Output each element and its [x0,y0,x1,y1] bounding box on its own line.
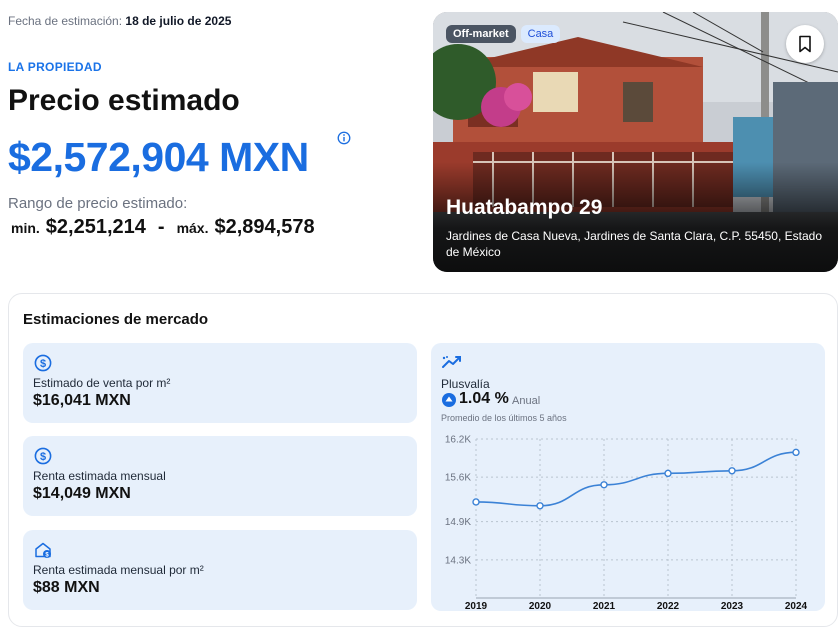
series-line [475,451,797,507]
estimation-date: Fecha de estimación: 18 de julio de 2025 [8,14,231,28]
market-estimations-card: Estimaciones de mercado $ Estimado de ve… [8,293,838,627]
y-tick-label: 14.3K [445,555,471,566]
data-point [472,498,480,506]
price-range: min. $2,251,214 - máx. $2,894,578 [11,216,315,239]
plusvalia-label: Plusvalía [441,377,490,391]
data-point [728,467,736,475]
bookmark-icon [799,35,811,53]
bookmark-button[interactable] [786,25,824,63]
x-tick-label: 2022 [657,601,680,611]
arrow-up-circle-icon [442,393,456,407]
svg-text:$: $ [40,358,46,370]
data-point [536,502,544,510]
house-dollar-icon: $ [35,542,51,559]
stat-monthly-rent-label: Renta estimada mensual [33,469,166,483]
badge-casa: Casa [520,25,561,43]
plusvalia-chart: 16.2K 15.6K 14.9K 14.3K 2019 2020 2021 2022 2023… [445,435,808,612]
data-point [792,448,800,457]
x-tick-label: 2023 [721,601,744,611]
stat-rent-per-m2: $ Renta estimada mensual por m² $88 MXN [23,530,417,610]
page-title: Precio estimado [8,84,240,117]
range-separator: - [157,216,165,238]
stat-monthly-rent: $ Renta estimada mensual $14,049 MXN [23,436,417,516]
stat-sale-per-m2-label: Estimado de venta por m² [33,376,171,390]
estimation-date-value: 18 de julio de 2025 [125,14,232,28]
section-kicker: LA PROPIEDAD [8,60,102,74]
stat-monthly-rent-value: $14,049 MXN [33,485,131,502]
y-tick-label: 16.2K [445,435,471,446]
property-photo-card[interactable]: Off-market Casa Huatabampo 29 Jardines d… [433,12,838,272]
trend-up-icon [442,356,461,368]
stat-rent-per-m2-value: $88 MXN [33,579,100,596]
badge-off-market: Off-market [446,25,516,43]
market-estimations-title: Estimaciones de mercado [23,311,209,328]
plusvalia-period: Anual [512,395,541,407]
plusvalia-note: Promedio de los últimos 5 años [441,413,567,423]
y-tick-label: 15.6K [445,473,471,484]
x-tick-label: 2020 [529,601,552,611]
data-point [600,481,608,489]
price-range-label: Rango de precio estimado: [8,195,188,212]
property-street: Huatabampo 29 [446,196,603,219]
range-min-prefix: min. [11,220,40,236]
property-address: Jardines de Casa Nueva, Jardines de Sant… [446,229,823,259]
stat-sale-per-m2: $ Estimado de venta por m² $16,041 MXN [23,343,417,423]
property-badges: Off-market Casa [446,25,561,43]
x-tick-label: 2021 [593,601,616,611]
range-max-value: $2,894,578 [214,216,315,238]
estimation-date-label: Fecha de estimación: [8,14,123,28]
plusvalia-value: 1.04 % [459,390,509,407]
svg-text:$: $ [40,451,46,463]
info-icon[interactable] [337,131,351,145]
y-tick-label: 14.9K [445,517,471,528]
range-max-prefix: máx. [176,220,209,236]
data-point [664,469,672,478]
stat-rent-per-m2-label: Renta estimada mensual por m² [33,563,204,577]
dollar-circle-icon: $ [34,354,52,372]
estimated-price: $2,572,904 MXN [8,134,309,180]
x-tick-label: 2019 [465,601,488,611]
plusvalia-card: Plusvalía 1.04 % Anual Promedio de los ú… [431,343,825,611]
dollar-circle-icon: $ [34,447,52,465]
stat-sale-per-m2-value: $16,041 MXN [33,392,131,409]
range-min-value: $2,251,214 [45,216,146,238]
x-tick-label: 2024 [785,601,808,611]
